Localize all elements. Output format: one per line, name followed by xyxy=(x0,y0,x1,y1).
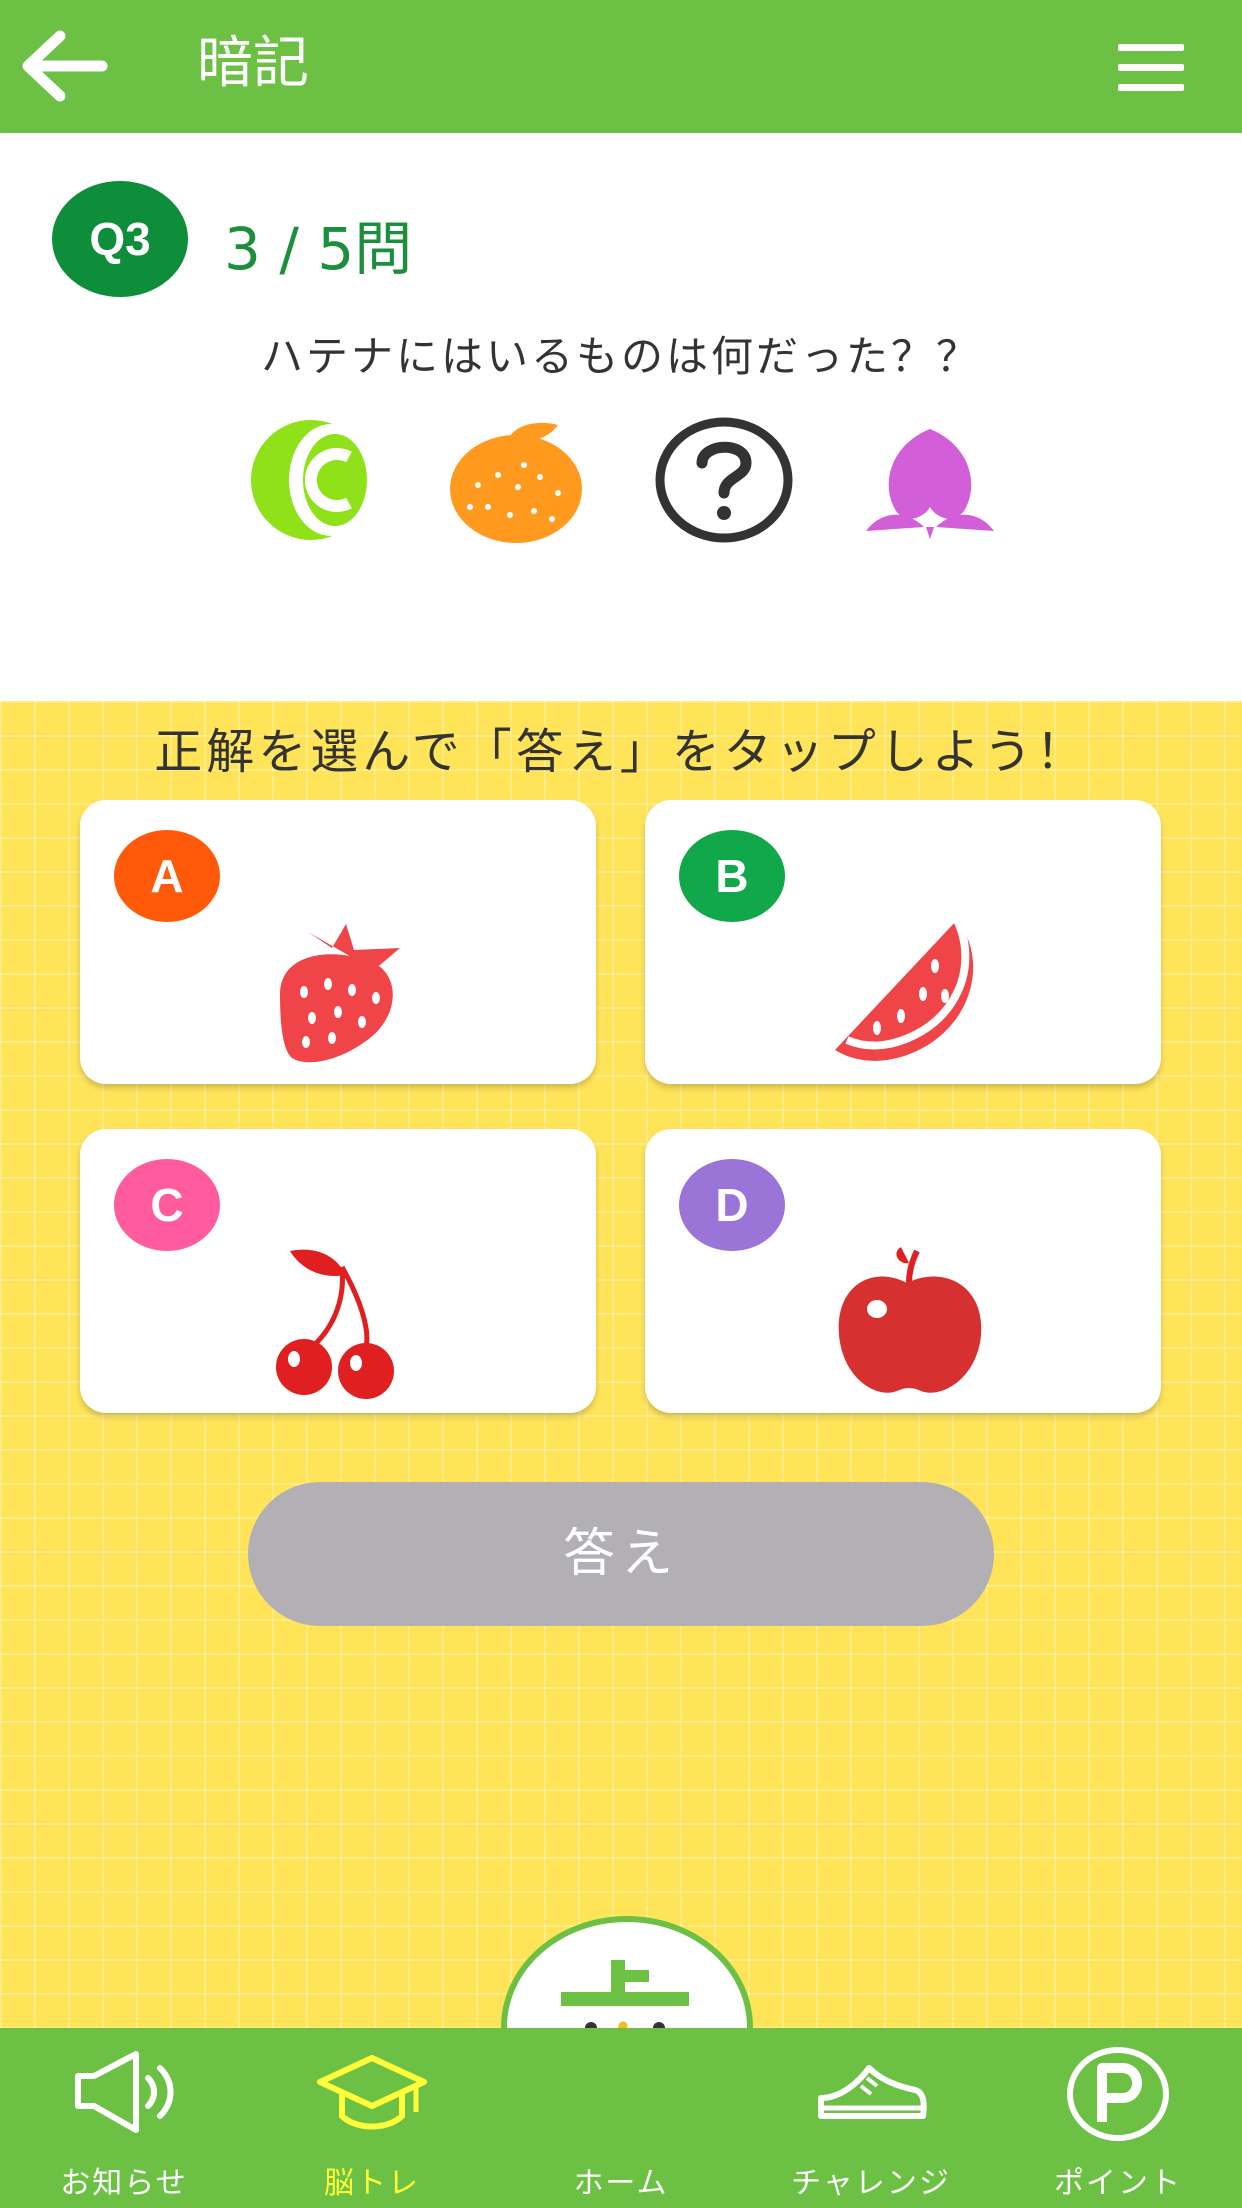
question-progress: 3 / 5問 xyxy=(224,215,413,283)
choice-c-badge: C xyxy=(114,1159,220,1251)
instruction-text: 正解を選んで「答え」をタップしよう！ xyxy=(154,724,1088,780)
choice-b-card[interactable]: B xyxy=(645,800,1161,1084)
choice-d-card[interactable]: D xyxy=(645,1129,1161,1413)
question-number-badge: Q3 xyxy=(52,181,188,297)
nav-item-news[interactable]: お知らせ xyxy=(24,2028,224,2208)
choice-c-card[interactable]: C xyxy=(80,1129,596,1413)
nav-item-challenge[interactable]: チャレンジ xyxy=(771,2028,971,2208)
choice-a-badge: A xyxy=(114,830,220,922)
app-header: 暗記 xyxy=(0,0,1242,133)
peach-icon xyxy=(866,429,994,539)
question-text: ハテナにはいるものは何だった？？ xyxy=(260,332,981,381)
nav-label-news: お知らせ xyxy=(60,2166,188,2201)
question-panel: Q3 3 / 5問 ハテナにはいるものは何だった？？ xyxy=(0,133,1242,701)
nav-item-brain-training[interactable]: 脳トレ xyxy=(272,2028,472,2208)
apple-icon xyxy=(838,1247,982,1393)
nav-label-brain-training: 脳トレ xyxy=(324,2166,420,2201)
hamburger-menu-icon xyxy=(1118,44,1184,51)
answer-button[interactable]: 答え xyxy=(248,1482,994,1626)
menu-button[interactable] xyxy=(1112,36,1188,96)
nav-item-points[interactable]: ポイント xyxy=(1018,2028,1218,2208)
choice-b-badge: B xyxy=(679,830,785,922)
graduation-cap-icon xyxy=(317,2055,427,2130)
nav-label-challenge: チャレンジ xyxy=(791,2166,951,2201)
cherry-icon xyxy=(276,1249,394,1399)
lime-icon xyxy=(251,420,373,540)
point-p-icon xyxy=(1067,2047,1169,2141)
megaphone-icon xyxy=(75,2051,174,2133)
choice-d-badge: D xyxy=(679,1159,785,1251)
strawberry-icon xyxy=(280,924,400,1063)
choice-a-card[interactable]: A xyxy=(80,800,596,1084)
page-title: 暗記 xyxy=(197,31,309,96)
watermelon-icon xyxy=(835,918,974,1061)
arrow-left-icon xyxy=(22,30,108,102)
question-mark-icon xyxy=(655,417,793,543)
nav-label-points: ポイント xyxy=(1054,2166,1182,2201)
back-button[interactable] xyxy=(20,30,110,102)
orange-icon xyxy=(450,422,582,543)
sneaker-icon xyxy=(818,2065,927,2119)
nav-label-home: ホーム xyxy=(573,2166,669,2201)
